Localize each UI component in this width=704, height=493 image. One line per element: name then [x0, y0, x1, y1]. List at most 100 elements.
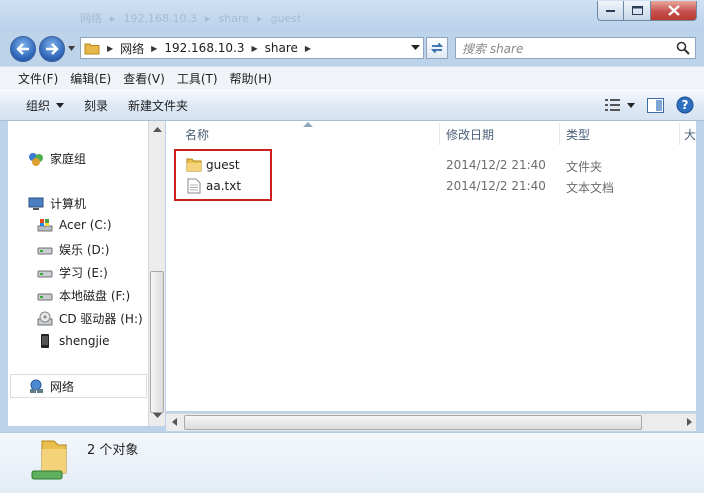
nav-homegroup[interactable]: 家庭组	[28, 150, 86, 167]
ghost-sep: ▸	[110, 11, 116, 25]
cd-drive-icon	[37, 311, 53, 325]
chevron-down-icon	[410, 45, 420, 50]
ghost-seg: share	[218, 11, 250, 25]
chevron-up-icon[interactable]	[150, 125, 165, 135]
hard-drive-icon	[37, 247, 53, 254]
nav-drive-d[interactable]: 娱乐 (D:)	[37, 241, 109, 258]
ghost-sep: ▸	[205, 11, 211, 25]
nav-computer[interactable]: 计算机	[28, 195, 86, 212]
search-input[interactable]: 搜索 share	[455, 37, 696, 59]
nav-label: 学习 (E:)	[59, 266, 108, 280]
view-list-icon	[605, 99, 620, 111]
search-placeholder: 搜索 share	[462, 41, 524, 56]
breadcrumb-sep[interactable]: ▶	[147, 44, 161, 53]
col-divider[interactable]	[679, 123, 680, 145]
nav-drive-f[interactable]: 本地磁盘 (F:)	[37, 287, 130, 304]
burn-button[interactable]: 刻录	[74, 97, 118, 114]
breadcrumb-sep[interactable]: ▶	[301, 44, 315, 53]
content-horizontal-scrollbar[interactable]	[166, 413, 696, 431]
close-icon	[667, 5, 680, 16]
ghost-sep: ▸	[257, 11, 263, 25]
phone-icon	[41, 334, 49, 348]
maximize-icon	[631, 6, 643, 15]
menu-tools[interactable]: 工具(T)	[171, 70, 224, 87]
network-icon	[30, 379, 43, 393]
sort-ascending-icon	[303, 122, 313, 127]
nav-label: 家庭组	[50, 152, 87, 166]
menu-edit[interactable]: 编辑(E)	[64, 70, 117, 87]
col-label: 修改日期	[446, 127, 495, 142]
title-bar: 网络 ▸ 192.168.10.3 ▸ share ▸ guest	[0, 0, 704, 32]
chevron-down-icon	[56, 103, 65, 108]
organize-button[interactable]: 组织	[0, 97, 74, 114]
ghost-seg: 网络	[80, 12, 102, 25]
menu-help[interactable]: 帮助(H)	[224, 70, 278, 87]
menu-bar: 文件(F) 编辑(E) 查看(V) 工具(T) 帮助(H)	[0, 66, 704, 90]
breadcrumb-host[interactable]: 192.168.10.3	[161, 38, 247, 58]
file-type: 文本文档	[566, 181, 615, 195]
nav-scroll-thumb[interactable]	[150, 271, 164, 413]
address-bar[interactable]: ▶ 网络 ▶ 192.168.10.3 ▶ share ▶	[80, 37, 424, 59]
col-name[interactable]: 名称	[185, 121, 209, 147]
preview-pane-icon[interactable]	[647, 97, 664, 113]
col-label: 类型	[566, 127, 591, 142]
nav-label: Acer (C:)	[59, 218, 112, 232]
back-button[interactable]	[10, 36, 36, 62]
breadcrumb-network[interactable]: 网络	[117, 38, 147, 58]
col-type[interactable]: 类型	[566, 121, 590, 147]
refresh-icon	[430, 42, 444, 54]
minimize-button[interactable]	[597, 1, 624, 21]
breadcrumb-sep[interactable]: ▶	[103, 44, 117, 53]
recent-pages-dropdown[interactable]	[67, 44, 76, 53]
file-date: 2014/12/2 21:40	[446, 158, 546, 172]
details-pane: 2 个对象	[0, 432, 704, 493]
view-options-button[interactable]	[605, 98, 635, 112]
hscroll-thumb[interactable]	[184, 415, 642, 430]
menu-view[interactable]: 查看(V)	[117, 70, 171, 87]
refresh-button[interactable]	[426, 37, 448, 59]
ghost-seg: 192.168.10.3	[123, 11, 198, 25]
nav-label: 计算机	[50, 197, 87, 211]
network-folder-icon	[31, 440, 67, 480]
col-date[interactable]: 修改日期	[446, 121, 494, 147]
new-folder-button[interactable]: 新建文件夹	[118, 97, 198, 114]
breadcrumb-share[interactable]: share	[262, 38, 301, 58]
col-divider[interactable]	[559, 123, 560, 145]
nav-label: 本地磁盘 (F:)	[59, 289, 131, 303]
file-date: 2014/12/2 21:40	[446, 179, 546, 193]
maximize-button[interactable]	[624, 1, 651, 21]
col-size[interactable]: 大	[684, 121, 696, 147]
file-type: 文件夹	[566, 160, 603, 174]
new-folder-label: 新建文件夹	[128, 99, 189, 113]
homegroup-icon	[29, 152, 43, 166]
chevron-right-icon[interactable]	[684, 415, 694, 429]
close-button[interactable]	[651, 1, 697, 21]
help-icon[interactable]: ?	[676, 96, 694, 114]
item-count: 2 个对象	[87, 443, 139, 458]
chevron-down-icon	[627, 102, 635, 108]
nav-drive-h[interactable]: CD 驱动器 (H:)	[37, 310, 143, 327]
menu-file[interactable]: 文件(F)	[12, 70, 64, 87]
svg-text:?: ?	[682, 98, 689, 112]
arrow-left-icon	[16, 43, 29, 55]
nav-label: 网络	[50, 380, 75, 394]
folder-icon	[81, 38, 103, 58]
col-divider[interactable]	[439, 123, 440, 145]
breadcrumb-sep[interactable]: ▶	[247, 44, 261, 53]
command-bar: 组织 刻录 新建文件夹 ?	[0, 90, 704, 121]
nav-drive-c[interactable]: Acer (C:)	[37, 218, 112, 232]
forward-button[interactable]	[39, 36, 65, 62]
nav-device-phone[interactable]: shengjie	[37, 333, 110, 349]
computer-icon	[28, 197, 44, 210]
ghost-seg: guest	[270, 11, 302, 25]
chevron-down-icon[interactable]	[150, 411, 165, 421]
nav-scrollbar[interactable]	[148, 121, 165, 426]
chevron-left-icon[interactable]	[170, 415, 180, 429]
hard-drive-icon	[37, 293, 53, 300]
nav-drive-e[interactable]: 学习 (E:)	[37, 264, 108, 281]
col-label: 大	[684, 127, 697, 142]
burn-label: 刻录	[84, 99, 109, 113]
title-ghost-path: 网络 ▸ 192.168.10.3 ▸ share ▸ guest	[80, 9, 380, 27]
address-dropdown[interactable]	[407, 38, 423, 58]
nav-network[interactable]: 网络	[28, 378, 74, 395]
